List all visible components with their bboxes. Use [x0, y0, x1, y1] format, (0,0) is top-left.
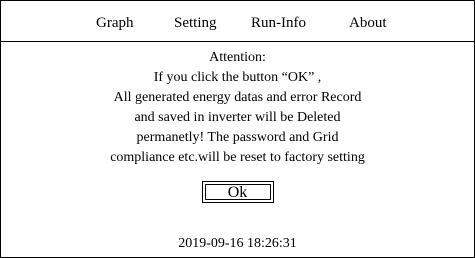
attention-title: Attention: — [209, 50, 266, 65]
status-datetime: 2019-09-16 18:26:31 — [178, 236, 297, 251]
warning-text-line: permanetly! The password and Grid — [136, 130, 339, 145]
warning-text-line: compliance etc.will be reset to factory … — [110, 150, 365, 165]
inverter-screen: Graph Setting Run-Info About Attention: … — [0, 0, 475, 258]
warning-text-line: and saved in inverter will be Deleted — [134, 110, 341, 125]
ok-button[interactable]: Ok — [201, 181, 274, 203]
menu-item-run-info[interactable]: Run-Info — [251, 14, 306, 32]
ok-button-container: Ok — [1, 181, 474, 203]
menu-bar: Graph Setting Run-Info About — [1, 1, 474, 42]
warning-text-line: All generated energy datas and error Rec… — [113, 90, 362, 105]
ok-button-label: Ok — [204, 184, 271, 201]
menu-item-setting[interactable]: Setting — [174, 14, 217, 32]
reset-warning-dialog: Attention: If you click the button “OK” … — [1, 42, 474, 168]
menu-item-about[interactable]: About — [349, 14, 387, 32]
warning-text-line: If you click the button “OK” , — [153, 70, 322, 85]
menu-item-graph[interactable]: Graph — [96, 14, 134, 32]
